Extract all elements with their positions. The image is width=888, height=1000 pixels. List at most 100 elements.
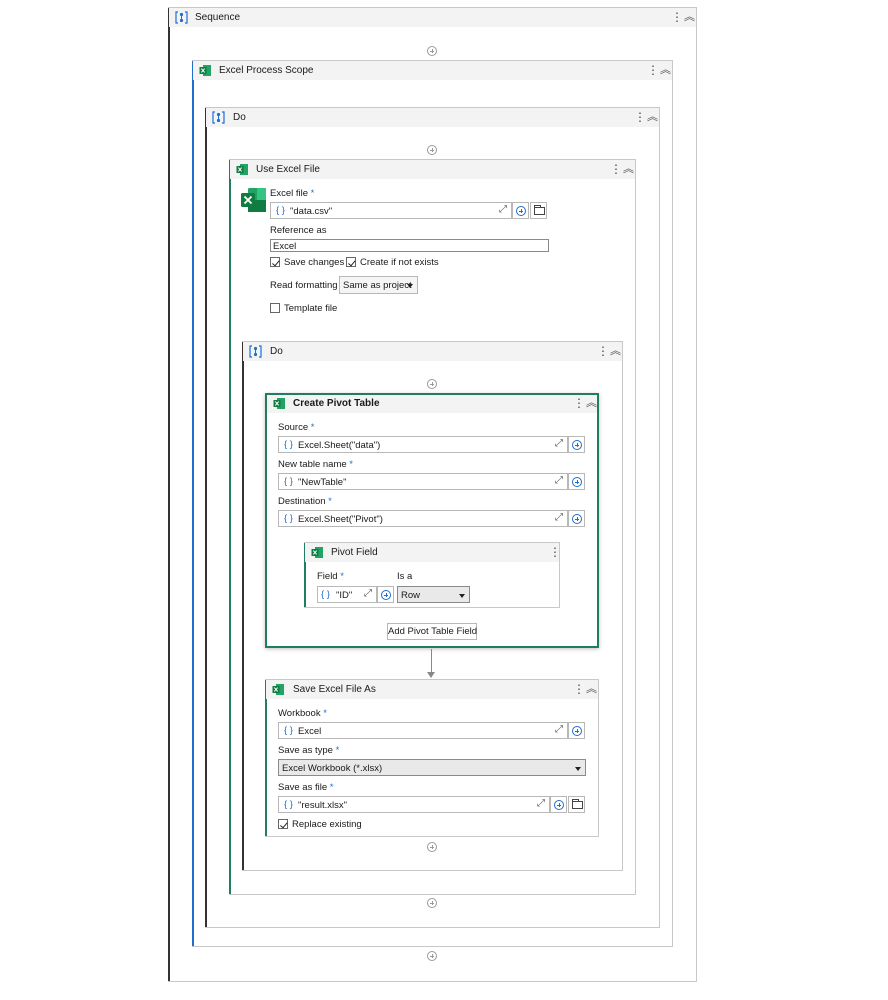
do-inner-header[interactable]: Do ⋮ ︽ (243, 342, 622, 361)
workbook-add-button[interactable] (568, 722, 585, 739)
replace-existing-checkbox[interactable] (278, 819, 288, 829)
add-activity-icon[interactable] (427, 145, 437, 155)
source-input[interactable]: { } Excel.Sheet("data") ⤢ (278, 436, 568, 453)
create-pivot-table-collapse-icon[interactable]: ︽ (586, 397, 597, 409)
add-activity-icon[interactable] (427, 951, 437, 961)
excel-icon (311, 547, 323, 558)
reference-as-label: Reference as (270, 225, 327, 236)
save-changes-checkbox[interactable] (270, 257, 280, 267)
field-input[interactable]: { } "ID" ⤢ (317, 586, 377, 603)
source-add-button[interactable] (568, 436, 585, 453)
save-excel-file-as-more-icon[interactable]: ⋮ (573, 683, 585, 695)
do-outer-header[interactable]: Do ⋮ ︽ (206, 108, 659, 127)
destination-input[interactable]: { } Excel.Sheet("Pivot") ⤢ (278, 510, 568, 527)
excel-file-input[interactable]: { } "data.csv" ⤢ (270, 202, 512, 219)
chevron-down-icon (407, 284, 413, 288)
plus-circle-icon (572, 514, 582, 524)
expand-editor-icon[interactable]: ⤢ (555, 438, 563, 449)
pivot-field-title: Pivot Field (331, 547, 378, 558)
do-inner-accent-bar (242, 342, 244, 870)
expand-editor-icon[interactable]: ⤢ (499, 204, 507, 215)
use-excel-file-collapse-icon[interactable]: ︽ (623, 163, 634, 175)
create-if-not-exists-label: Create if not exists (360, 257, 439, 268)
save-as-file-add-button[interactable] (550, 796, 567, 813)
plus-circle-icon (572, 477, 582, 487)
read-formatting-label: Read formatting (270, 280, 338, 291)
create-pivot-table-header[interactable]: Create Pivot Table ⋮ ︽ (267, 395, 597, 413)
save-as-file-input[interactable]: { } "result.xlsx" ⤢ (278, 796, 550, 813)
excel-process-scope-header[interactable]: Excel Process Scope ⋮ ︽ (193, 61, 672, 80)
excel-file-label: Excel file * (270, 188, 315, 199)
expand-editor-icon[interactable]: ⤢ (555, 724, 563, 735)
add-pivot-table-field-button[interactable]: Add Pivot Table Field (387, 623, 477, 640)
folder-icon (572, 799, 583, 809)
save-excel-file-as-header[interactable]: Save Excel File As ⋮ ︽ (266, 680, 598, 699)
new-table-name-add-button[interactable] (568, 473, 585, 490)
save-as-file-label: Save as file * (278, 782, 334, 793)
use-excel-file-accent-bar (229, 160, 231, 894)
add-activity-icon[interactable] (427, 379, 437, 389)
template-file-checkbox[interactable] (270, 303, 280, 313)
sequence-icon (249, 345, 262, 358)
create-pivot-table-more-icon[interactable]: ⋮ (573, 397, 585, 409)
add-activity-icon[interactable] (427, 842, 437, 852)
field-label: Field * (317, 571, 344, 582)
expand-editor-icon[interactable]: ⤢ (537, 798, 545, 809)
expand-editor-icon[interactable]: ⤢ (555, 512, 563, 523)
pivot-field-more-icon[interactable]: ⋮ (549, 546, 561, 558)
new-table-name-label: New table name * (278, 459, 353, 470)
do-outer-accent-bar (205, 108, 207, 927)
save-excel-file-as-accent-bar (265, 680, 267, 836)
workbook-label: Workbook * (278, 708, 327, 719)
save-excel-file-as-title: Save Excel File As (293, 684, 376, 695)
excel-process-scope-collapse-icon[interactable]: ︽ (660, 64, 671, 76)
save-as-type-dropdown[interactable]: Excel Workbook (*.xlsx) (278, 759, 586, 776)
sequence-more-icon[interactable]: ⋮ (671, 11, 683, 23)
plus-circle-icon (572, 726, 582, 736)
save-excel-file-as-container[interactable]: Save Excel File As ⋮ ︽ (265, 679, 599, 837)
pivot-field-header[interactable]: Pivot Field ⋮ (305, 543, 561, 562)
template-file-label: Template file (284, 303, 338, 314)
destination-add-button[interactable] (568, 510, 585, 527)
excel-process-scope-more-icon[interactable]: ⋮ (647, 64, 659, 76)
do-inner-more-icon[interactable]: ⋮ (597, 345, 609, 357)
sequence-header[interactable]: Sequence ⋮ ︽ (169, 8, 696, 27)
save-excel-file-as-collapse-icon[interactable]: ︽ (586, 683, 597, 695)
excel-icon (272, 684, 284, 695)
excel-file-add-button[interactable] (512, 202, 529, 219)
save-as-type-label: Save as type * (278, 745, 340, 756)
workbook-input[interactable]: { } Excel ⤢ (278, 722, 568, 739)
excel-file-icon (241, 188, 266, 212)
sequence-collapse-icon[interactable]: ︽ (684, 11, 695, 23)
add-activity-icon[interactable] (427, 898, 437, 908)
new-table-name-input[interactable]: { } "NewTable" ⤢ (278, 473, 568, 490)
excel-process-scope-title: Excel Process Scope (219, 65, 314, 76)
save-changes-label: Save changes (284, 257, 345, 268)
field-add-button[interactable] (377, 586, 394, 603)
is-a-dropdown[interactable]: Row (397, 586, 470, 603)
expand-editor-icon[interactable]: ⤢ (555, 475, 563, 486)
plus-circle-icon (572, 440, 582, 450)
create-pivot-table-title: Create Pivot Table (293, 398, 380, 409)
do-outer-collapse-icon[interactable]: ︽ (647, 111, 658, 123)
folder-icon (534, 205, 545, 215)
add-activity-icon[interactable] (427, 46, 437, 56)
save-as-file-browse-button[interactable] (568, 796, 585, 813)
use-excel-file-header[interactable]: Use Excel File ⋮ ︽ (230, 160, 635, 179)
chevron-down-icon (459, 594, 465, 598)
excel-icon (199, 65, 211, 76)
connector-arrow-icon (427, 672, 435, 678)
expand-editor-icon[interactable]: ⤢ (364, 588, 372, 599)
sequence-accent-bar (168, 8, 170, 981)
plus-circle-icon (381, 590, 391, 600)
destination-label: Destination * (278, 496, 332, 507)
read-formatting-dropdown[interactable]: Same as project (339, 276, 418, 294)
do-inner-collapse-icon[interactable]: ︽ (610, 345, 621, 357)
use-excel-file-more-icon[interactable]: ⋮ (610, 163, 622, 175)
create-if-not-exists-checkbox[interactable] (346, 257, 356, 267)
sequence-icon (175, 11, 188, 24)
sequence-icon (212, 111, 225, 124)
do-outer-more-icon[interactable]: ⋮ (634, 111, 646, 123)
reference-as-input[interactable]: Excel (270, 239, 549, 252)
excel-file-browse-button[interactable] (530, 202, 547, 219)
